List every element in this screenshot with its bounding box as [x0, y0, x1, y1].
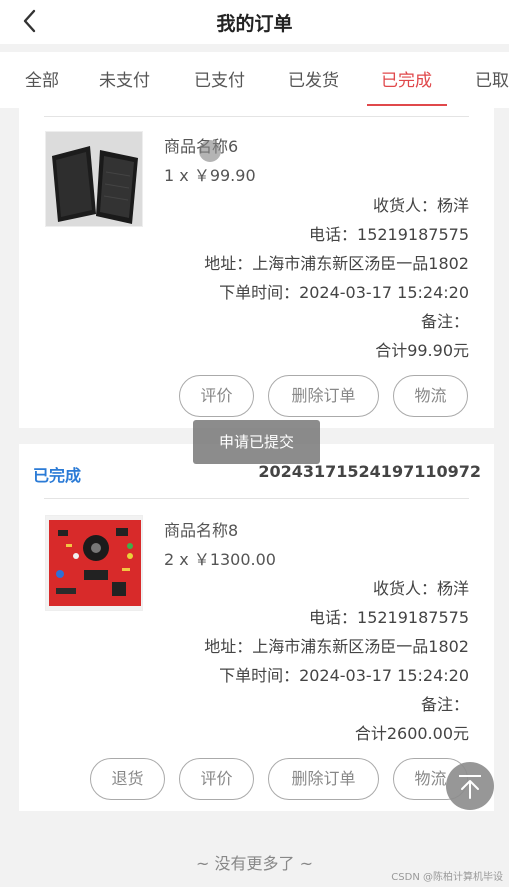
phone: 电话：15219187575	[309, 225, 469, 244]
product-qty-price: 2 x ￥1300.00	[164, 550, 276, 569]
order-total: 合计99.90元	[375, 341, 469, 360]
divider	[44, 116, 469, 117]
phone: 电话：15219187575	[309, 608, 469, 627]
nav-bar: 我的订单	[0, 0, 509, 44]
divider	[44, 498, 469, 499]
product-image-circuit-board[interactable]	[45, 515, 143, 611]
order-card: 商品名称6 1 x ￥99.90 收货人：杨洋 电话：15219187575 地…	[19, 108, 494, 428]
logistics-button[interactable]: 物流	[393, 375, 468, 417]
page-title: 我的订单	[216, 13, 293, 35]
tab-completed[interactable]: 已完成	[381, 66, 432, 91]
delete-order-button[interactable]: 删除订单	[268, 758, 379, 800]
receiver: 收货人：杨洋	[372, 579, 469, 598]
tab-active-indicator	[367, 104, 447, 106]
order-time: 下单时间：2024-03-17 15:24:20	[219, 283, 469, 302]
review-button[interactable]: 评价	[179, 758, 254, 800]
order-tabs: 全部 未支付 已支付 已发货 已完成 已取	[0, 52, 509, 108]
return-button[interactable]: 退货	[90, 758, 165, 800]
tab-shipped[interactable]: 已发货	[288, 66, 339, 91]
arrow-up-icon	[459, 775, 481, 799]
touch-indicator	[199, 140, 221, 162]
order-card: 已完成 20243171524197110972 商品名称8 2 x ￥1300…	[19, 444, 494, 811]
remark: 备注：	[420, 312, 469, 331]
order-total: 合计2600.00元	[354, 724, 469, 743]
product-name: 商品名称8	[164, 521, 239, 540]
tab-cancelled[interactable]: 已取	[475, 66, 509, 91]
tab-paid[interactable]: 已支付	[194, 66, 245, 91]
remark: 备注：	[420, 695, 469, 714]
tab-all[interactable]: 全部	[25, 66, 59, 91]
back-to-top-button[interactable]	[446, 762, 494, 810]
tab-unpaid[interactable]: 未支付	[99, 66, 150, 91]
product-image-laptop[interactable]	[45, 131, 143, 227]
address: 地址：上海市浦东新区汤臣一品1802	[204, 254, 469, 273]
watermark: CSDN @陈柏计算机毕设	[391, 872, 503, 883]
review-button[interactable]: 评价	[179, 375, 254, 417]
delete-order-button[interactable]: 删除订单	[268, 375, 379, 417]
product-qty-price: 1 x ￥99.90	[164, 166, 256, 185]
order-time: 下单时间：2024-03-17 15:24:20	[219, 666, 469, 685]
address: 地址：上海市浦东新区汤臣一品1802	[204, 637, 469, 656]
toast-message: 申请已提交	[193, 420, 320, 464]
order-number: 20243171524197110972	[258, 462, 481, 481]
receiver: 收货人：杨洋	[372, 196, 469, 215]
order-status: 已完成	[33, 466, 82, 485]
